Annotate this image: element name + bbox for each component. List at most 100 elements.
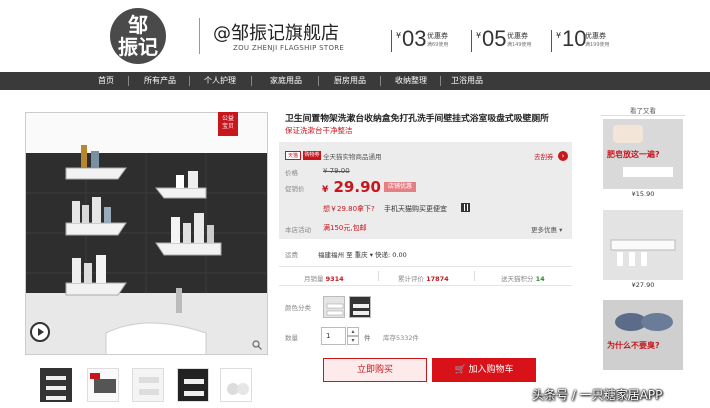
coupon-amount: 05 — [482, 26, 507, 51]
quantity-increase-button[interactable]: ▴ — [347, 327, 359, 336]
product-subtitle: 保证洗漱台干净整洁 — [285, 126, 353, 135]
sale-price-label: 促销价 — [285, 185, 305, 193]
review-count[interactable]: 累计评价 17874 — [398, 273, 449, 283]
recommended-item[interactable]: 为什么不要臭? — [603, 300, 683, 370]
nav-separator — [189, 76, 190, 86]
nav-item-household[interactable]: 家庭用品 — [270, 72, 302, 90]
quantity-input[interactable]: 1 — [321, 327, 346, 345]
qr-code-icon[interactable] — [461, 203, 470, 212]
review-count-label: 累计评价 — [398, 275, 424, 283]
add-to-cart-label: 加入购物车 — [468, 365, 514, 375]
bathroom-shelf-illustration — [26, 113, 267, 354]
thumbnail[interactable] — [177, 368, 209, 402]
play-video-button[interactable] — [30, 322, 50, 342]
store-name-en: ZOU ZHENJI FLAGSHIP STORE — [233, 44, 345, 52]
stock-count: 库存5332件 — [383, 334, 420, 342]
store-logo[interactable]: 邹 振记 — [110, 8, 166, 64]
stats-divider — [378, 271, 379, 281]
coupon-label: 优惠券 — [507, 32, 528, 40]
recommended-item-caption: 为什么不要臭? — [607, 341, 660, 350]
more-offers-link[interactable]: 更多优惠 ▾ — [531, 224, 562, 234]
nav-item-bathroom[interactable]: 卫浴用品 — [451, 72, 483, 90]
store-name[interactable]: @邹振记旗舰店 — [213, 19, 339, 45]
monthly-sales-value: 9314 — [325, 275, 344, 283]
nav-item-all-products[interactable]: 所有产品 — [144, 72, 176, 90]
coupon-label: 优惠券 — [427, 32, 448, 40]
coupon-currency: ¥ — [476, 31, 482, 40]
coupon-label: 优惠券 — [585, 32, 606, 40]
original-price: ¥ 79.00 — [323, 167, 350, 175]
recommended-item[interactable] — [603, 210, 683, 280]
chevron-right-icon[interactable]: › — [558, 151, 568, 161]
add-to-cart-button[interactable]: 🛒 加入购物车 — [432, 358, 536, 382]
color-option-label: 颜色分类 — [285, 304, 311, 312]
price-label: 价格 — [285, 169, 298, 177]
mobile-price-text: 想￥29.80拿下? — [323, 205, 375, 213]
charity-badge: 公益 宝贝 — [218, 112, 238, 136]
nav-item-storage[interactable]: 收纳整理 — [395, 72, 427, 90]
coupon-amount: 10 — [562, 26, 587, 51]
coupon-divider — [391, 30, 392, 52]
coupon-currency: ¥ — [396, 31, 402, 40]
tmall-points-value: 14 — [535, 275, 545, 283]
recommendations-title: 看了又看 — [630, 107, 656, 115]
charity-badge-text: 公益 宝贝 — [221, 115, 234, 130]
play-icon — [38, 328, 44, 336]
zoom-icon[interactable] — [252, 340, 262, 353]
nav-item-kitchen[interactable]: 厨房用品 — [334, 72, 366, 90]
recommended-item-caption: 肥皂放这一遍? — [607, 150, 660, 159]
shipping-label: 运费 — [285, 251, 298, 259]
tmall-points-label: 送天猫积分 — [501, 275, 534, 283]
tmall-badge: 天猫 — [285, 151, 301, 160]
sale-price: ¥ 29.90 — [322, 178, 381, 196]
free-shipping-tag: 满150元,包邮 — [323, 224, 367, 232]
monthly-sales: 月销量 9314 — [304, 273, 344, 283]
coupon-condition: 满199使用 — [585, 42, 610, 48]
coupon-03[interactable]: ¥ 03 优惠券 满69使用 — [391, 26, 451, 54]
recommendations-divider — [601, 115, 685, 116]
coupon-10[interactable]: ¥ 10 优惠券 满199使用 — [551, 26, 613, 54]
nav-separator — [128, 76, 129, 86]
nav-separator — [251, 76, 252, 86]
shipping-destination-select[interactable]: 福建福州 至 重庆 ▾ 快递: 0.00 — [318, 249, 407, 259]
recommended-item-price: ¥27.90 — [631, 281, 655, 289]
thumbnail[interactable] — [40, 368, 72, 402]
nav-item-home[interactable]: 首页 — [98, 72, 114, 90]
recommended-item-image — [603, 210, 683, 280]
quantity-decrease-button[interactable]: ▾ — [347, 336, 359, 345]
color-swatch[interactable] — [349, 296, 371, 318]
recommended-item-image — [603, 300, 683, 370]
main-product-image[interactable] — [25, 112, 268, 355]
thumbnail[interactable] — [132, 368, 164, 402]
nav-separator — [380, 76, 381, 86]
store-discount-badge: 店铺优惠 — [384, 182, 416, 192]
sale-currency: ¥ — [322, 185, 329, 195]
thumbnail[interactable] — [87, 368, 119, 402]
coupon-condition: 满69使用 — [427, 42, 449, 48]
recommended-item-price: ¥15.90 — [631, 190, 655, 198]
promo-text: 全天猫实物商品通用 — [323, 153, 382, 161]
logo-text: 邹 振记 — [118, 13, 158, 59]
coupon-divider — [471, 30, 472, 52]
color-swatch[interactable] — [323, 296, 345, 318]
nav-item-personal-care[interactable]: 个人护理 — [204, 72, 236, 90]
quantity-label: 数量 — [285, 334, 298, 342]
logo-divider — [199, 18, 200, 54]
recommended-item[interactable]: 肥皂放这一遍? — [603, 119, 683, 189]
product-title: 卫生间置物架洗漱台收纳盒免打孔洗手间壁挂式浴室吸盘式吸壁厕所 — [285, 114, 549, 124]
mobile-cheaper-text: 手机天猫购买更便宜 — [384, 205, 447, 213]
coupon-05[interactable]: ¥ 05 优惠券 满149使用 — [471, 26, 532, 54]
coupon-condition: 满149使用 — [507, 42, 532, 48]
cart-icon: 🛒 — [454, 365, 466, 375]
scratch-coupon-link[interactable]: 去刮券 — [534, 151, 554, 161]
store-nav: 首页 所有产品 个人护理 家庭用品 厨房用品 收纳整理 卫浴用品 — [0, 72, 710, 90]
nav-separator — [318, 76, 319, 86]
thumbnail[interactable] — [220, 368, 252, 402]
tmall-points: 送天猫积分 14 — [501, 273, 545, 283]
store-activity-label: 本店活动 — [285, 226, 311, 234]
shopping-voucher-badge: 购物券 — [303, 151, 321, 160]
buy-now-button[interactable]: 立即购买 — [323, 358, 427, 382]
coupon-divider — [551, 30, 552, 52]
watermark: 头条号 / 一只糖家居APP — [532, 388, 663, 402]
coupon-amount: 03 — [402, 26, 427, 51]
